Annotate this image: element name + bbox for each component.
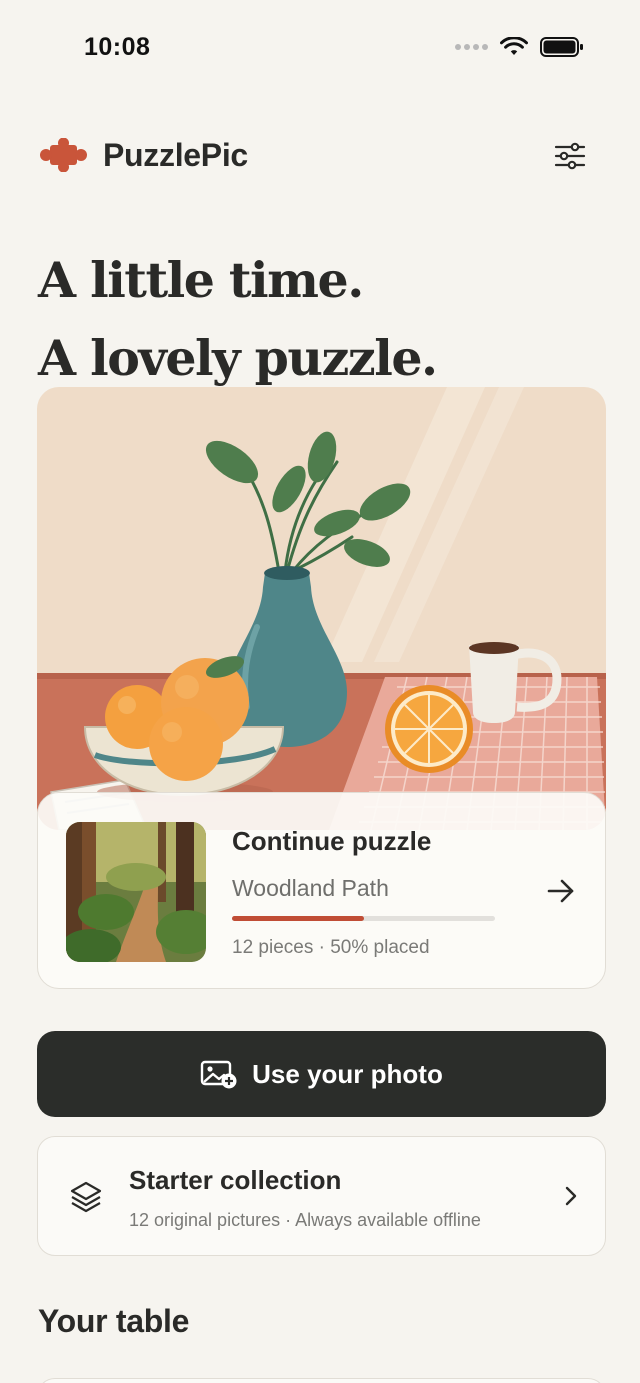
add-photo-icon [200,1060,237,1089]
layers-icon [70,1181,102,1213]
continue-puzzle-card[interactable]: Continue puzzle Woodland Path 12 pieces … [37,792,606,989]
starter-collection-card[interactable]: Starter collection 12 original pictures … [37,1136,606,1256]
use-photo-button[interactable]: Use your photo [37,1031,606,1117]
headline: A little time. A lovely puzzle. [38,241,438,397]
arrow-right-icon[interactable] [546,878,576,904]
table-card-peek[interactable] [37,1378,606,1383]
puzzle-meta: 12 pieces · 50% placed [232,937,430,958]
headline-line-2: A lovely puzzle. [38,329,438,387]
app-name: PuzzlePic [103,137,248,173]
battery-icon [540,37,583,57]
starter-subtitle: 12 original pictures · Always available … [129,1210,481,1230]
chevron-right-icon [565,1186,577,1206]
settings-sliders-icon[interactable] [552,140,588,172]
signal-icon [455,44,488,50]
status-indicators [455,36,584,58]
progress-bar [232,916,495,921]
wifi-icon [500,37,528,55]
starter-title: Starter collection [129,1165,342,1195]
headline-line-1: A little time. [38,251,364,309]
puzzle-name: Woodland Path [232,875,389,901]
use-photo-label: Use your photo [252,1058,443,1089]
status-time: 10:08 [84,33,151,61]
puzzle-logo-icon [40,138,87,172]
continue-title: Continue puzzle [232,826,432,856]
puzzle-thumbnail [66,822,206,962]
section-title-your-table: Your table [38,1303,190,1339]
progress-fill [232,916,364,921]
hero-illustration [37,387,606,830]
home-screen: 10:08 PuzzlePic A little time. A lovely … [0,0,640,1383]
